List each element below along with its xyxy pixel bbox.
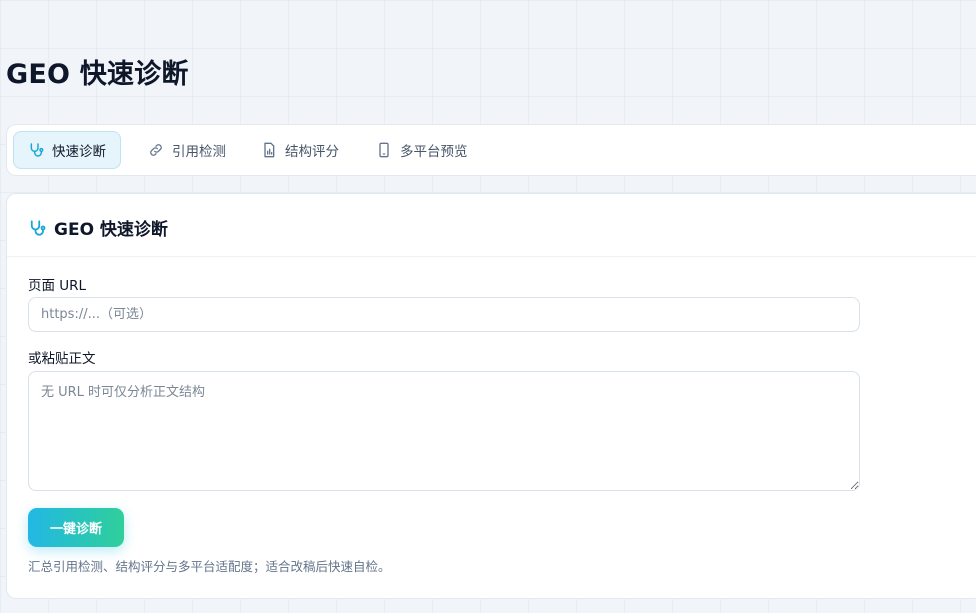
- diagnose-button[interactable]: 一键诊断: [28, 508, 124, 547]
- tab-structure-score[interactable]: 结构评分: [247, 131, 353, 169]
- url-input[interactable]: [28, 297, 860, 332]
- card-header: GEO 快速诊断: [7, 194, 976, 257]
- hint-text: 汇总引用检测、结构评分与多平台适配度；适合改稿后快速自检。: [28, 559, 391, 574]
- link-icon: [148, 142, 164, 158]
- tab-label: 多平台预览: [400, 144, 468, 160]
- bar-chart-file-icon: [261, 142, 277, 158]
- tab-label: 快速诊断: [52, 144, 106, 160]
- card-title-text: GEO 快速诊断: [54, 220, 168, 240]
- url-label: 页面 URL: [28, 278, 87, 294]
- tab-label: 结构评分: [285, 144, 339, 160]
- tab-multi-platform-preview[interactable]: 多平台预览: [362, 131, 482, 169]
- stethoscope-icon: [28, 219, 46, 237]
- phone-icon: [376, 142, 392, 158]
- tab-bar: 快速诊断 引用检测 结构评分 多平台预览: [6, 124, 976, 176]
- tab-citation-check[interactable]: 引用检测: [134, 131, 240, 169]
- tab-label: 引用检测: [172, 144, 226, 160]
- body-textarea[interactable]: [28, 371, 860, 491]
- card-title: GEO 快速诊断: [28, 215, 168, 240]
- tab-quick-diagnosis[interactable]: 快速诊断: [13, 131, 121, 169]
- body-label: 或粘贴正文: [28, 351, 96, 367]
- stethoscope-icon: [28, 142, 44, 158]
- diagnosis-card: GEO 快速诊断 页面 URL 或粘贴正文 一键诊断 汇总引用检测、结构评分与多…: [6, 193, 976, 599]
- page-title: GEO 快速诊断: [6, 59, 189, 90]
